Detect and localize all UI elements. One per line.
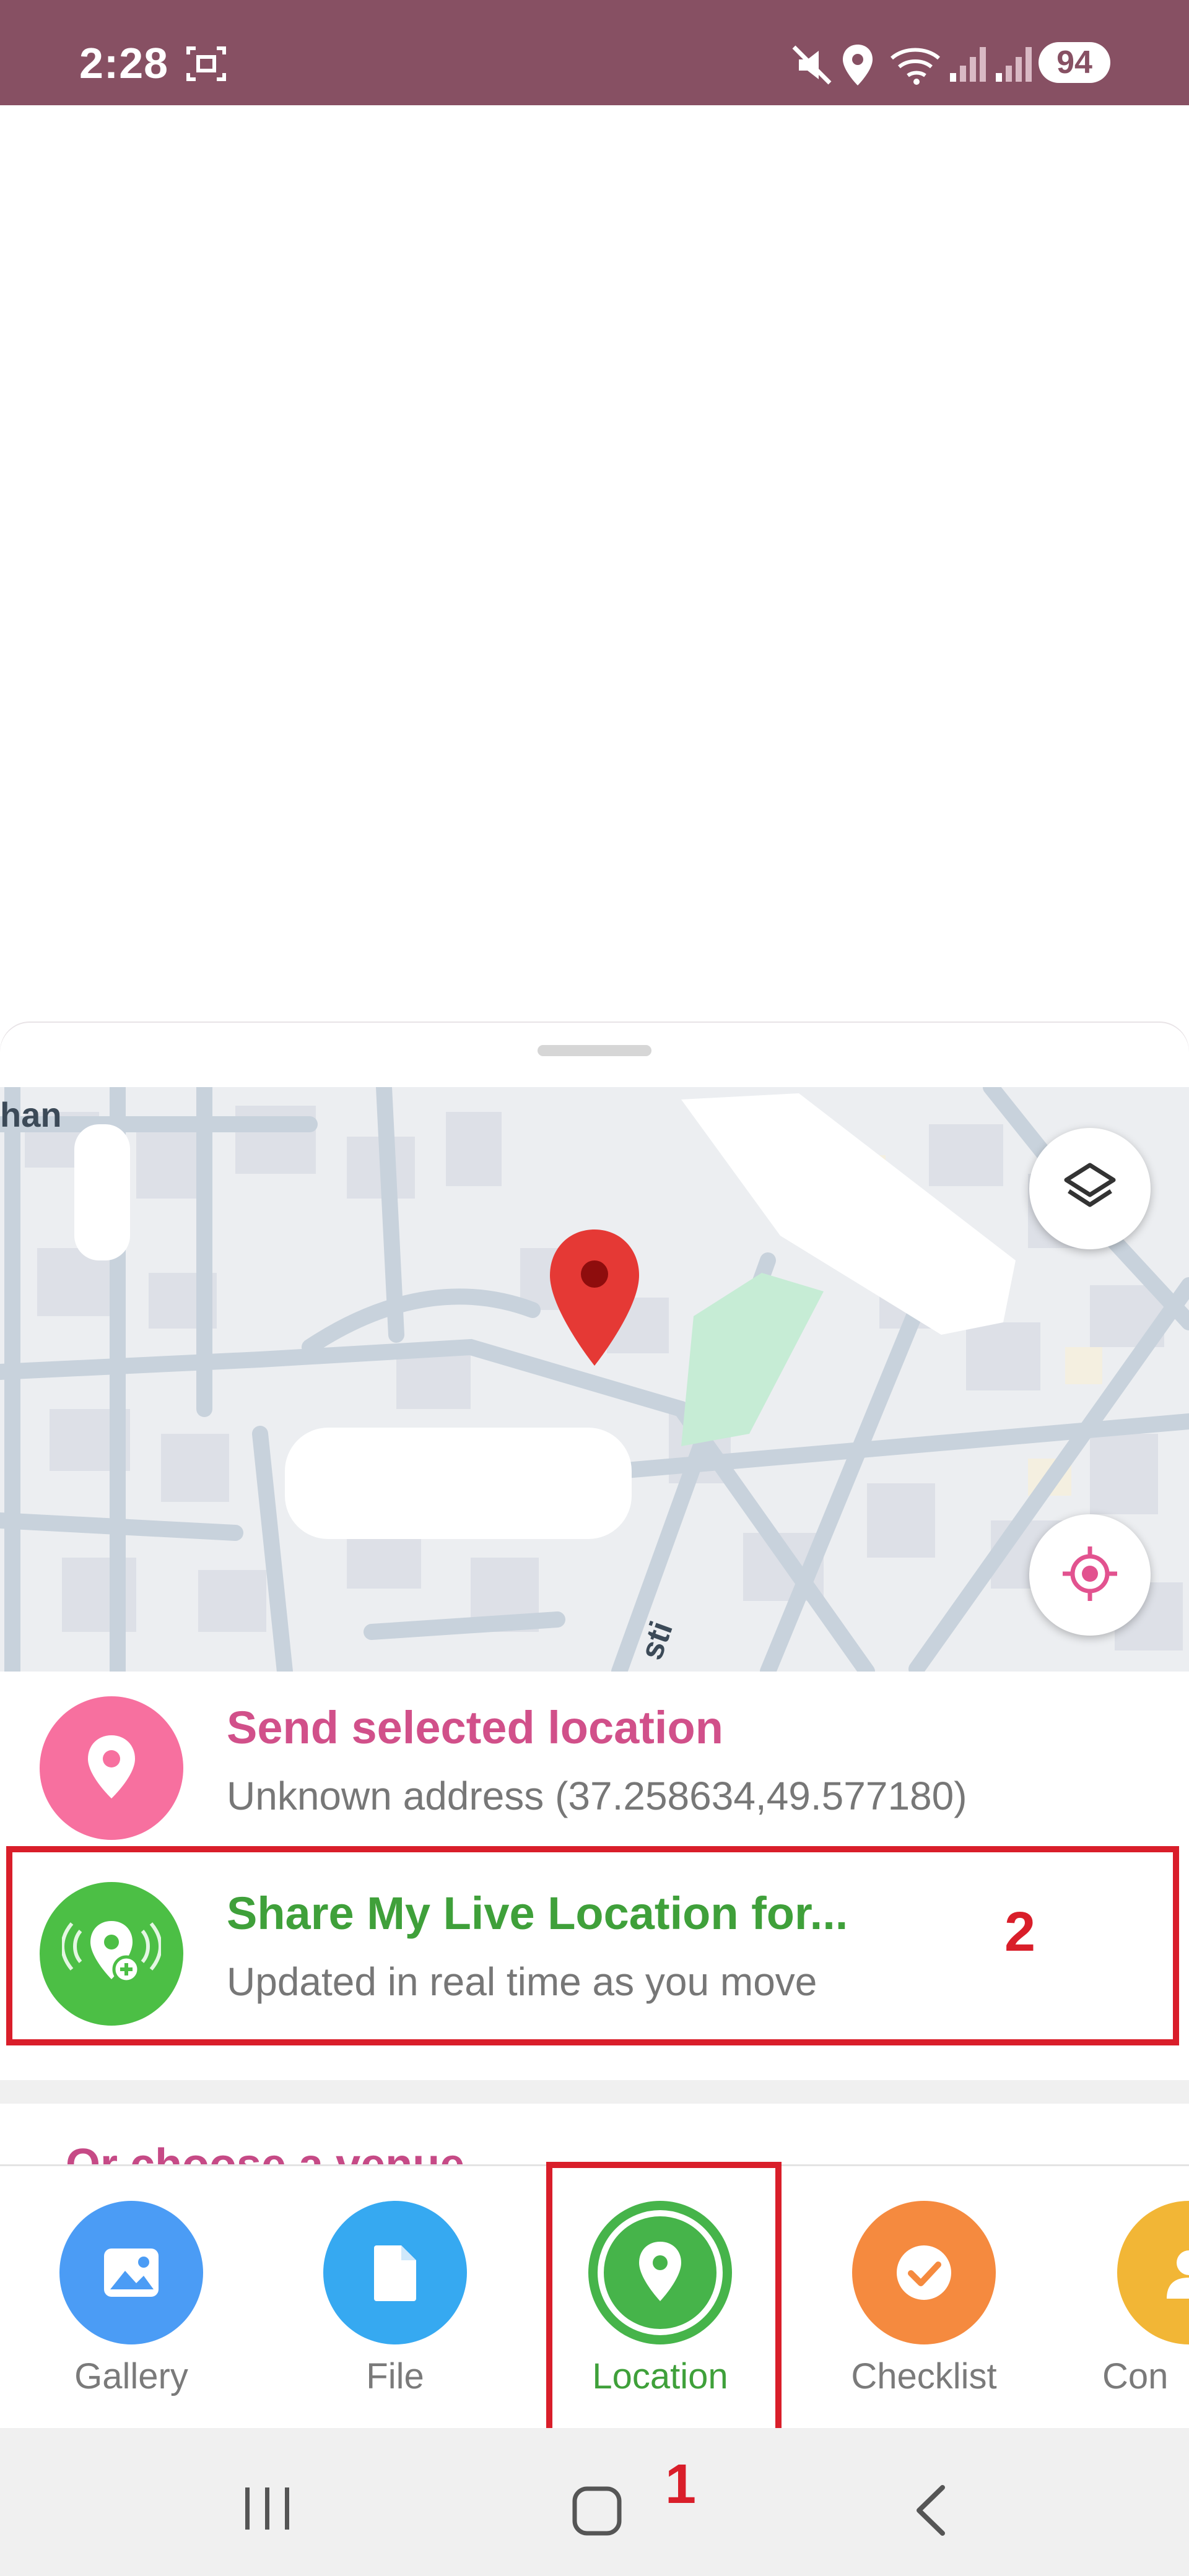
map-streets: [0, 1087, 1189, 1672]
file-icon: [323, 2201, 467, 2344]
signal-icon: [993, 43, 1033, 87]
send-location-address: Unknown address (37.258634,49.577180): [227, 1774, 967, 1818]
attach-file-button[interactable]: File: [321, 2201, 469, 2397]
back-button[interactable]: [910, 2483, 954, 2541]
screenshot-icon: [186, 45, 227, 86]
attach-label: File: [366, 2356, 424, 2396]
attach-label: Gallery: [74, 2356, 188, 2396]
signal-icon: [947, 43, 987, 87]
sheet-drag-handle[interactable]: [538, 1045, 651, 1056]
location-pin-icon: [85, 1733, 137, 1804]
home-button[interactable]: [570, 2484, 625, 2543]
attach-contact-button[interactable]: Con: [1102, 2201, 1189, 2397]
annotation-box-2: [6, 1846, 1179, 2045]
annotation-number-2: 2: [1004, 1901, 1036, 1963]
layers-icon: [1060, 1158, 1120, 1220]
my-location-button[interactable]: [1029, 1514, 1151, 1636]
battery-indicator: 94: [1039, 42, 1110, 83]
location-icon: [841, 43, 874, 90]
mute-icon: [790, 43, 834, 90]
recent-apps-button[interactable]: [240, 2484, 296, 2536]
back-icon: [910, 2485, 954, 2541]
checklist-icon: [852, 2201, 996, 2344]
home-icon: [570, 2486, 625, 2542]
map-label: han: [0, 1095, 62, 1134]
status-time: 2:28: [79, 39, 169, 87]
send-location-row[interactable]: Send selected location Unknown address (…: [0, 1672, 1189, 1845]
map-layers-button[interactable]: [1029, 1128, 1151, 1249]
annotation-number-1: 1: [665, 2453, 697, 2515]
attach-label: Checklist: [851, 2356, 997, 2396]
gallery-icon: [59, 2201, 203, 2344]
attach-gallery-button[interactable]: Gallery: [57, 2201, 206, 2397]
annotation-box-1: [546, 2162, 782, 2440]
map-view[interactable]: [0, 1087, 1189, 1672]
attach-checklist-button[interactable]: Checklist: [850, 2201, 998, 2397]
section-divider: [0, 2080, 1189, 2104]
contact-icon: [1117, 2201, 1189, 2344]
status-bar: 2:28 94: [0, 0, 1189, 105]
recents-icon: [240, 2487, 296, 2536]
crosshair-icon: [1059, 1543, 1121, 1608]
attach-label: Con: [1102, 2356, 1169, 2396]
system-nav-bar: [0, 2428, 1189, 2576]
send-location-icon-circle: [40, 1696, 183, 1840]
send-location-title: Send selected location: [227, 1702, 723, 1753]
wifi-icon: [889, 45, 941, 89]
